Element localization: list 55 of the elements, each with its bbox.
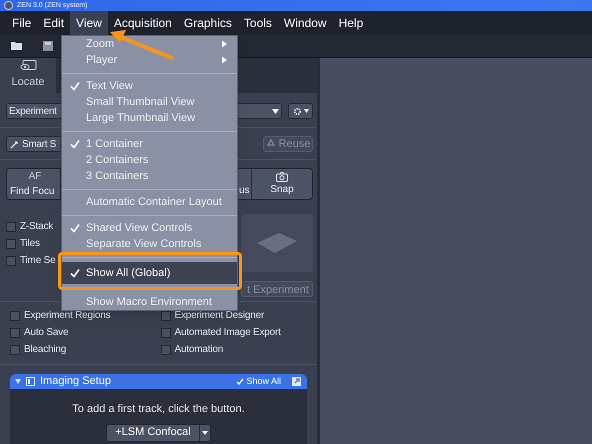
checkbox-label: Bleaching [24,343,66,357]
menu-bar-item[interactable]: Help [332,11,370,35]
popout-icon[interactable] [292,377,301,386]
caret-icon [304,109,308,113]
menu-bar-item[interactable]: Acquisition [108,11,178,35]
menu-bar-item[interactable]: View [70,11,108,35]
menu-bar-item[interactable]: Edit [37,11,70,35]
checkbox[interactable] [6,256,16,266]
checkbox-label: Automation [174,343,224,357]
menu-item[interactable]: Show All (Global) [62,262,237,284]
checkmark-icon [70,140,80,148]
eye-icon [19,60,37,72]
menu-bar-item[interactable]: Tools [238,11,278,35]
menu-bar-item[interactable]: Window [278,11,333,35]
checkbox-label: Experiment Designer [174,309,264,323]
panel-icon [26,377,35,386]
submenu-arrow-icon [222,40,227,48]
checkbox-label: Time Se [20,254,56,268]
checkmark-icon [236,378,244,385]
checkmark-icon [70,82,80,90]
show-all-toggle[interactable]: Show All [236,374,281,388]
checkbox[interactable] [10,310,20,320]
smart-setup-button[interactable]: Smart S [6,136,60,152]
menu-bar-item[interactable]: File [6,11,38,35]
checkbox-label: Experiment Regions [24,309,110,323]
checkmark-icon [70,268,80,278]
checkbox[interactable] [160,328,170,338]
add-track-split-button[interactable]: +LSM Confocal [106,424,211,442]
checkbox-label: Z-Stack [20,220,54,234]
checkbox-label: Tiles [20,237,40,251]
checkbox[interactable] [6,238,16,248]
hint-text: To add a first track, click the button. [72,402,245,417]
settings-icon [292,106,302,116]
stage-plane-icon [257,233,297,253]
checkbox-label: Automated Image Export [174,326,281,340]
checkbox-label: Auto Save [24,326,68,340]
settings-button[interactable] [288,103,313,119]
folder-icon[interactable] [11,41,23,51]
tab[interactable]: Locate [0,58,56,93]
checkmark-icon [70,224,80,232]
app-logo-icon [4,1,13,10]
checkbox[interactable] [6,222,16,232]
panel-title: Imaging Setup [40,374,111,390]
caret-icon[interactable] [15,379,21,384]
save-icon[interactable] [43,41,53,51]
snap-button[interactable]: Snap [252,169,312,199]
checkbox[interactable] [160,344,170,354]
checkbox[interactable] [10,328,20,338]
caret-icon [272,108,279,114]
caret-icon [202,430,208,434]
checkbox[interactable] [10,344,20,354]
checkbox[interactable] [160,310,170,320]
camera-icon [276,172,288,182]
menu-bar-item[interactable]: Graphics [178,11,238,35]
submenu-arrow-icon [222,56,227,64]
